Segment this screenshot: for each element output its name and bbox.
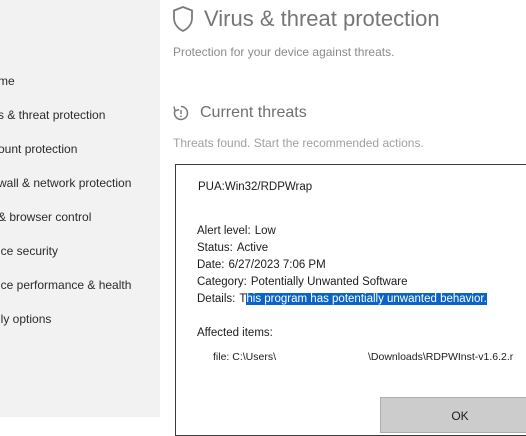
current-threats-subtitle: Threats found. Start the recommended act… — [173, 136, 424, 150]
nav-item-home[interactable]: me — [0, 74, 15, 88]
nav-item-family[interactable]: ily options — [0, 312, 51, 326]
details-label: Details: — [197, 293, 236, 305]
category-value: Potentially Unwanted Software — [250, 276, 408, 288]
threat-refresh-icon — [173, 105, 189, 121]
nav-item-device-security[interactable]: ice security — [0, 244, 58, 258]
affected-items-label: Affected items: — [197, 327, 273, 339]
details-value-selected[interactable]: his program has potentially unwanted beh… — [246, 293, 487, 305]
date-row: Date: 6/27/2023 7:06 PM — [197, 259, 326, 271]
threat-name: PUA:Win32/RDPWrap — [198, 181, 313, 193]
nav-item-virus-threat[interactable]: s & threat protection — [0, 108, 105, 122]
page-subtitle: Protection for your device against threa… — [173, 45, 395, 59]
date-value: 6/27/2023 7:06 PM — [228, 259, 326, 271]
date-label: Date: — [197, 259, 225, 271]
ok-button[interactable]: OK — [380, 397, 526, 433]
category-label: Category: — [197, 276, 247, 288]
status-row: Status: Active — [197, 242, 268, 254]
status-label: Status: — [197, 242, 233, 254]
status-value: Active — [236, 242, 269, 254]
nav-item-device-performance[interactable]: ice performance & health — [0, 278, 131, 292]
page-title: Virus & threat protection — [204, 6, 440, 31]
shield-icon — [173, 6, 193, 32]
category-row: Category: Potentially Unwanted Software — [197, 276, 407, 288]
nav-item-account[interactable]: ount protection — [0, 142, 77, 156]
alert-level-label: Alert level: — [197, 225, 251, 237]
nav-item-firewall[interactable]: wall & network protection — [0, 176, 131, 190]
threat-details-dialog: PUA:Win32/RDPWrap Alert level: Low Status… — [175, 164, 526, 436]
nav-item-app-browser[interactable]: & browser control — [0, 210, 91, 224]
alert-level-row: Alert level: Low — [197, 225, 276, 237]
file-path-suffix: \Downloads\RDPWInst-v1.6.2.r — [368, 351, 514, 363]
details-row: Details: This program has potentially unw… — [197, 293, 487, 305]
nav-pane: me s & threat protection ount protection… — [0, 0, 160, 417]
alert-level-value: Low — [254, 225, 276, 237]
file-path-prefix: file: C:\Users\ — [213, 351, 277, 363]
current-threats-title: Current threats — [200, 104, 307, 121]
